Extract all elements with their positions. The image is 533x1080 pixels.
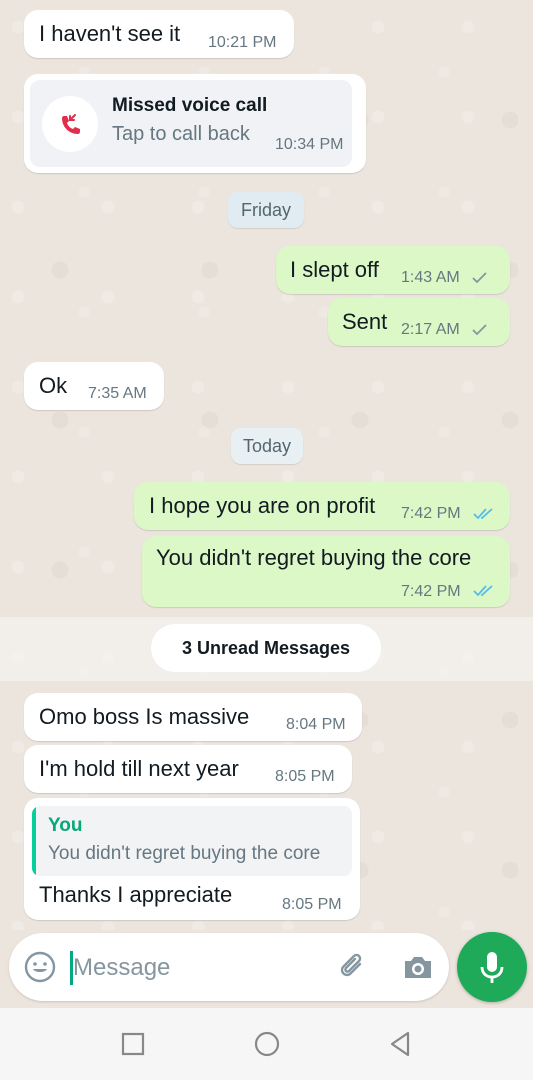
missed-call-subtitle: Tap to call back [112,123,250,145]
message-text: Sent [342,309,388,334]
quote-text: You didn't regret buying the core [48,843,321,864]
quote-author: You [48,815,83,836]
message-input[interactable]: Message [73,954,170,982]
message-composer[interactable]: Message [9,933,449,1001]
incoming-message[interactable]: Ok 7:35 AM [24,362,164,410]
camera-icon[interactable] [401,950,435,984]
back-icon[interactable] [385,1029,415,1059]
missed-call-title: Missed voice call [112,95,268,116]
outgoing-message[interactable]: You didn't regret buying the core 7:42 P… [142,536,510,607]
message-text: You didn't regret buying the core [156,545,472,570]
system-navigation-bar [0,1008,533,1080]
date-separator-friday: Friday [228,192,304,228]
missed-call-icon [62,114,80,134]
missed-call-icon-circle [42,96,98,152]
message-time: 1:43 AM [401,269,460,286]
message-time: 7:35 AM [88,385,147,402]
message-text: Thanks I appreciate [39,882,233,907]
message-text: Omo boss Is massive [39,704,250,729]
chat-area[interactable]: I haven't see it 10:21 PM Missed voice c… [0,0,533,930]
recent-apps-icon[interactable] [118,1029,148,1059]
microphone-icon [480,952,504,983]
message-text: I'm hold till next year [39,756,239,781]
outgoing-message[interactable]: Sent 2:17 AM [328,298,510,346]
message-time: 2:17 AM [401,321,460,338]
voice-record-button[interactable] [457,932,527,1002]
quote-accent-bar [32,806,36,876]
sent-check-icon [472,324,487,336]
message-text: I hope you are on profit [149,493,376,518]
message-text: I haven't see it [39,21,181,46]
date-separator-today: Today [231,428,303,464]
incoming-message[interactable]: I haven't see it 10:21 PM [24,10,294,58]
incoming-message[interactable]: I'm hold till next year 8:05 PM [24,745,352,793]
missed-call-time: 10:34 PM [275,136,344,153]
emoji-icon[interactable] [23,950,57,984]
message-time: 10:21 PM [208,34,277,51]
message-text: Ok [39,373,68,398]
read-double-check-icon [473,508,493,520]
text-cursor [70,951,73,985]
message-text: I slept off [290,257,379,282]
quoted-message[interactable]: You You didn't regret buying the core [32,806,352,876]
outgoing-message[interactable]: I slept off 1:43 AM [276,246,510,294]
home-icon[interactable] [252,1029,282,1059]
message-time: 7:42 PM [401,505,461,522]
message-time: 8:05 PM [282,896,342,913]
message-time: 8:04 PM [286,716,346,733]
incoming-message[interactable]: Omo boss Is massive 8:04 PM [24,693,362,741]
unread-messages-label: 3 Unread Messages [151,624,381,672]
outgoing-message[interactable]: I hope you are on profit 7:42 PM [134,482,510,530]
read-double-check-icon [473,585,493,597]
message-time: 7:42 PM [401,583,461,600]
attach-icon[interactable] [336,950,370,984]
sent-check-icon [472,272,487,284]
message-time: 8:05 PM [275,768,335,785]
